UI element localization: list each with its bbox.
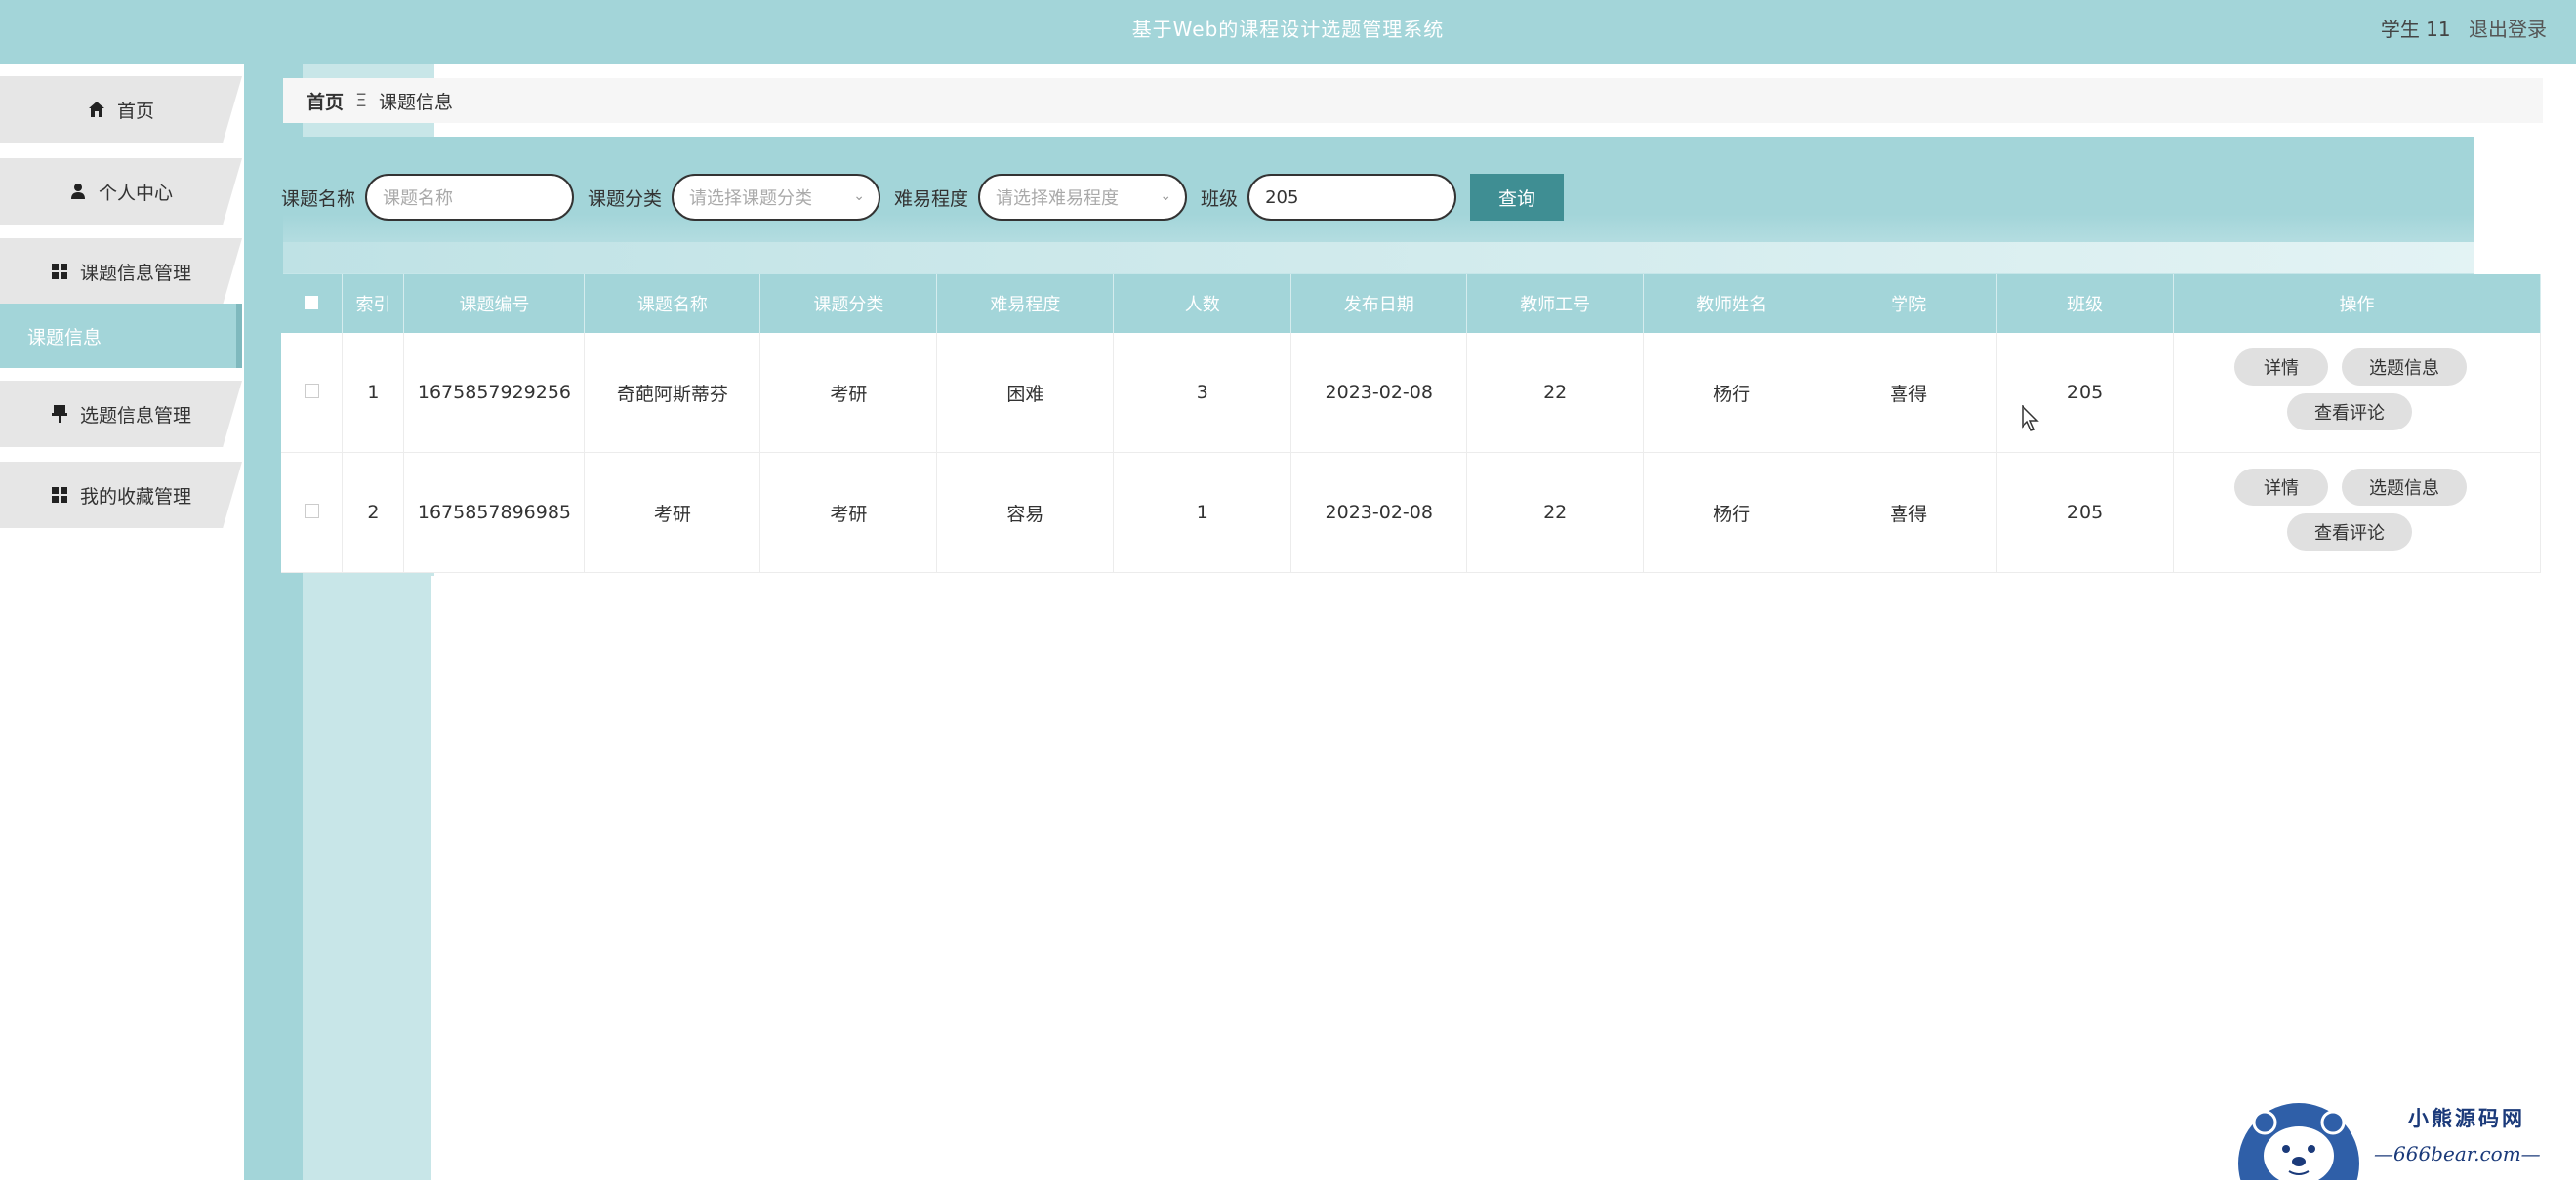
- sidebar-item-label: 课题信息管理: [79, 262, 191, 284]
- topic-name-label: 课题名称: [281, 187, 356, 210]
- column-header: 课题分类: [759, 274, 938, 333]
- search-form: 课题名称 课题名称 课题分类 请选择课题分类 ⌄ 难易程度 请选择难易程度 ⌄ …: [281, 174, 1565, 221]
- user-area: 学生 11 退出登录: [2381, 14, 2547, 42]
- column-header: 教师工号: [1466, 274, 1645, 333]
- sidebar-item-favorites-management[interactable]: 我的收藏管理: [0, 462, 242, 528]
- cell-index: 2: [342, 452, 405, 573]
- table-header-row: 索引 课题编号 课题名称 课题分类 难易程度 人数 发布日期 教师工号 教师姓名…: [281, 274, 2541, 333]
- topic-name-input[interactable]: 课题名称: [365, 174, 575, 221]
- sidebar-item-label: 课题信息: [26, 326, 102, 348]
- cell-teacher-id: 22: [1466, 333, 1645, 453]
- cell-college: 喜得: [1820, 452, 1998, 573]
- logout-link[interactable]: 退出登录: [2469, 18, 2547, 41]
- mouse-cursor-icon: [2022, 404, 2039, 436]
- table-row: 1 1675857929256 奇葩阿斯蒂芬 考研 困难 3 2023-02-0…: [281, 333, 2541, 453]
- watermark-text: 小熊源码网: [2408, 1107, 2525, 1130]
- column-header: 课题编号: [403, 274, 586, 333]
- sidebar-item-personal-center[interactable]: 个人中心: [0, 158, 242, 225]
- cell-teacher-name: 杨行: [1643, 452, 1821, 573]
- main-content-area: [431, 576, 2576, 1180]
- column-header: 教师姓名: [1643, 274, 1821, 333]
- detail-button[interactable]: 详情: [2234, 348, 2329, 386]
- query-button[interactable]: 查询: [1470, 174, 1565, 221]
- column-header: 操作: [2173, 274, 2541, 333]
- select-all-checkbox[interactable]: [281, 274, 344, 333]
- breadcrumb-home[interactable]: 首页: [307, 88, 344, 114]
- column-header: 发布日期: [1290, 274, 1468, 333]
- sidebar: 首页 个人中心 课题信息管理 课题信息 选题信息管理 我的收藏管理: [0, 64, 244, 1180]
- cell-name: 奇葩阿斯蒂芬: [584, 333, 761, 453]
- cell-actions: 详情 选题信息 查看评论: [2173, 452, 2541, 573]
- topic-table: 索引 课题编号 课题名称 课题分类 难易程度 人数 发布日期 教师工号 教师姓名…: [281, 274, 2541, 573]
- cell-teacher-id: 22: [1466, 452, 1645, 573]
- sidebar-item-selection-management[interactable]: 选题信息管理: [0, 381, 242, 447]
- cell-date: 2023-02-08: [1290, 452, 1468, 573]
- column-header: 课题名称: [584, 274, 761, 333]
- column-header: 班级: [1996, 274, 2175, 333]
- chevron-down-icon: ⌄: [853, 188, 866, 204]
- topic-category-label: 课题分类: [588, 187, 663, 210]
- row-checkbox[interactable]: [281, 452, 344, 573]
- class-value: 205: [1265, 186, 1299, 208]
- cell-code: 1675857929256: [403, 333, 586, 453]
- cell-category: 考研: [759, 452, 938, 573]
- cell-difficulty: 容易: [936, 452, 1115, 573]
- row-checkbox[interactable]: [281, 333, 344, 453]
- sidebar-item-label: 选题信息管理: [79, 404, 191, 427]
- difficulty-label: 难易程度: [894, 187, 969, 210]
- grid-icon: [51, 486, 68, 504]
- sidebar-item-topic-management[interactable]: 课题信息管理: [0, 238, 242, 305]
- cell-teacher-name: 杨行: [1643, 333, 1821, 453]
- topic-name-placeholder: 课题名称: [383, 188, 454, 209]
- sidebar-item-label: 我的收藏管理: [79, 485, 191, 508]
- cell-date: 2023-02-08: [1290, 333, 1468, 453]
- detail-button[interactable]: 详情: [2234, 469, 2329, 506]
- top-header: 基于Web的课程设计选题管理系统 学生 11 退出登录: [0, 0, 2576, 64]
- app-title: 基于Web的课程设计选题管理系统: [1131, 18, 1445, 41]
- cell-difficulty: 困难: [936, 333, 1115, 453]
- search-panel-fade: [283, 242, 2474, 273]
- home-icon: [88, 101, 105, 118]
- sidebar-item-label: 个人中心: [98, 182, 173, 204]
- cell-college: 喜得: [1820, 333, 1998, 453]
- sidebar-item-home[interactable]: 首页: [0, 76, 242, 143]
- cell-name: 考研: [584, 452, 761, 573]
- bear-logo-icon: [2235, 1095, 2362, 1184]
- watermark-url: —666bear.com—: [2374, 1142, 2541, 1165]
- chevron-down-icon: ⌄: [1160, 188, 1172, 204]
- select-topic-button[interactable]: 选题信息: [2342, 469, 2468, 506]
- column-header: 索引: [342, 274, 405, 333]
- topic-category-placeholder: 请选择课题分类: [689, 188, 813, 209]
- cell-index: 1: [342, 333, 405, 453]
- class-label: 班级: [1201, 187, 1239, 210]
- table-row: 2 1675857896985 考研 考研 容易 1 2023-02-08 22…: [281, 452, 2541, 573]
- watermark: 小熊源码网 —666bear.com—: [2235, 1095, 2576, 1184]
- cell-count: 1: [1113, 452, 1292, 573]
- difficulty-placeholder: 请选择难易程度: [996, 188, 1120, 209]
- cell-code: 1675857896985: [403, 452, 586, 573]
- current-user: 学生 11: [2380, 18, 2451, 41]
- column-header: 人数: [1113, 274, 1292, 333]
- breadcrumb: 首页 Ξ 课题信息: [283, 78, 2543, 123]
- breadcrumb-current: 课题信息: [379, 91, 454, 113]
- cell-category: 考研: [759, 333, 938, 453]
- sidebar-item-topic-info[interactable]: 课题信息: [0, 304, 242, 368]
- breadcrumb-separator: Ξ: [355, 90, 368, 111]
- view-comments-button[interactable]: 查看评论: [2287, 513, 2413, 551]
- user-icon: [69, 183, 87, 200]
- view-comments-button[interactable]: 查看评论: [2287, 393, 2413, 430]
- cell-actions: 详情 选题信息 查看评论: [2173, 333, 2541, 453]
- select-topic-button[interactable]: 选题信息: [2342, 348, 2468, 386]
- grid-icon: [51, 263, 68, 280]
- difficulty-select[interactable]: 请选择难易程度 ⌄: [978, 174, 1188, 221]
- topic-category-select[interactable]: 请选择课题分类 ⌄: [672, 174, 881, 221]
- column-header: 难易程度: [936, 274, 1115, 333]
- cell-class: 205: [1996, 452, 2175, 573]
- column-header: 学院: [1820, 274, 1998, 333]
- sidebar-item-label: 首页: [116, 100, 154, 122]
- pin-icon: [51, 405, 68, 423]
- cell-count: 3: [1113, 333, 1292, 453]
- class-input[interactable]: 205: [1247, 174, 1457, 221]
